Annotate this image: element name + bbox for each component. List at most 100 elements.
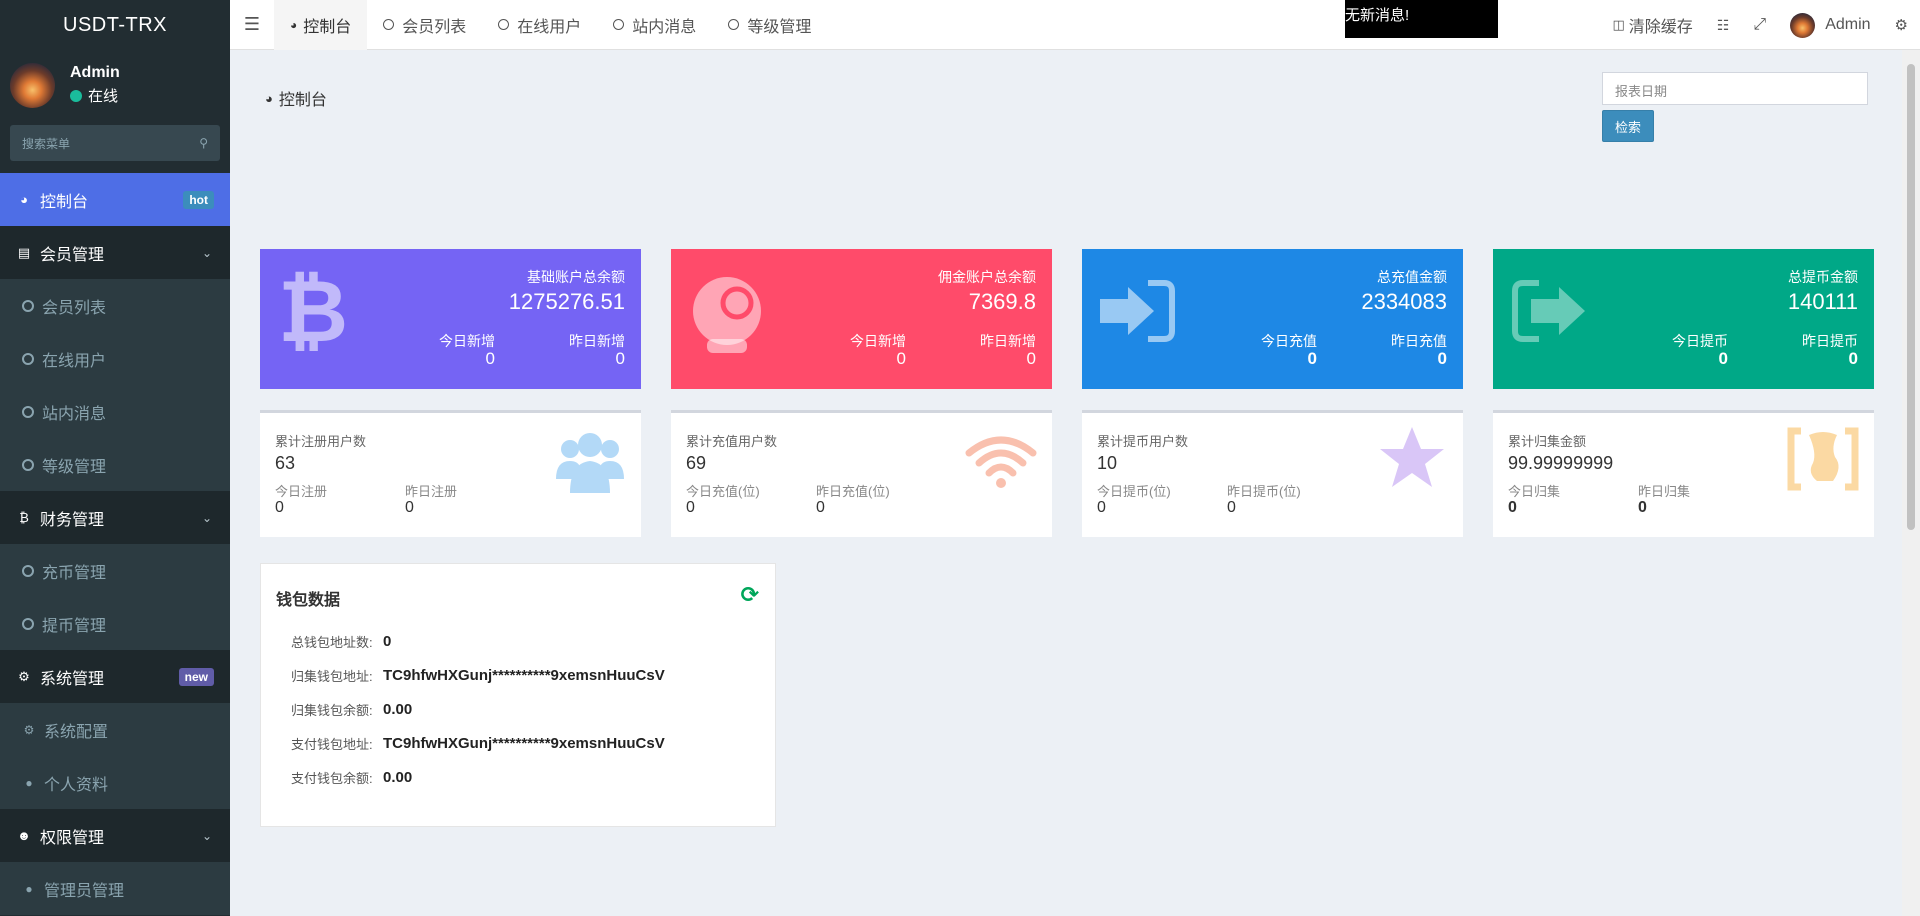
tab-levels[interactable]: 等级管理: [712, 0, 827, 50]
clear-cache-button[interactable]: ◫ 清除缓存: [1601, 13, 1705, 37]
stat-sub-label: 昨日新增: [980, 333, 1036, 349]
circle-icon: [22, 564, 34, 577]
sidebar-group-member[interactable]: ▤ 会员管理 ⌄: [0, 226, 230, 279]
info-sub-value: 0: [275, 499, 284, 516]
circle-icon: [22, 617, 34, 630]
stat-value: 140111: [1787, 289, 1858, 314]
circle-icon: [22, 458, 34, 471]
wallet-panel: 钱包数据 ⟳ 总钱包地址数: 0 归集钱包地址: TC9hfwHXGunj*****…: [260, 563, 776, 827]
chevron-down-icon: ⌄: [201, 828, 212, 843]
scrollbar-thumb[interactable]: [1907, 64, 1915, 530]
wallet-row: 支付钱包余额: 0.00: [291, 769, 413, 786]
stat-sub-label: 今日新增: [439, 333, 495, 349]
info-card-collected-amount: 累计归集金额 99.99999999 今日归集 昨日归集 0 0: [1493, 410, 1874, 537]
stat-sub-value: 0: [1437, 349, 1447, 368]
sidebar-item-label: 控制台: [40, 193, 89, 211]
tab-online-users[interactable]: 在线用户: [482, 0, 597, 50]
stat-sub-label: 昨日新增: [569, 333, 625, 349]
gears-icon: ⚙: [18, 668, 30, 684]
sidebar-search-input[interactable]: 搜索菜单 ⚲: [10, 125, 220, 161]
report-date-input[interactable]: 报表日期: [1602, 72, 1868, 105]
stat-card-total-withdraw: 总提币金额 140111 今日提币 昨日提币 0 0: [1493, 249, 1874, 389]
info-card-withdraw-users: 累计提币用户数 10 今日提币(位) 昨日提币(位) 0 0: [1082, 410, 1463, 537]
stat-value: 7369.8: [968, 289, 1036, 314]
sidebar: USDT-TRX Admin 在线 搜索菜单 ⚲ ◕ 控制台 hot ▤ 会员管…: [0, 0, 230, 916]
sidebar-item-dashboard[interactable]: ◕ 控制台 hot: [0, 173, 230, 226]
stat-card-base-balance: ₿ 基础账户总余额 1275276.51 今日新增 昨日新增 0 0: [260, 249, 641, 389]
sidebar-item-levels[interactable]: 等级管理: [0, 438, 230, 491]
info-sub-value: 0: [1638, 499, 1647, 516]
circle-icon: [383, 19, 395, 30]
sidebar-item-system-config[interactable]: ⚙ 系统配置: [0, 703, 230, 756]
stat-sub-value: 0: [896, 349, 906, 368]
info-sub-label: 昨日充值(位): [816, 484, 890, 499]
info-sub-label: 今日归集: [1508, 484, 1561, 499]
circle-icon: [22, 299, 34, 312]
refresh-icon[interactable]: ⟳: [741, 582, 759, 608]
tab-messages[interactable]: 站内消息: [597, 0, 712, 50]
sidebar-group-finance[interactable]: ₿ 财务管理 ⌄: [0, 491, 230, 544]
user-name: Admin: [70, 64, 120, 81]
chevron-down-icon: ⌄: [201, 510, 212, 525]
sidebar-toggle-icon[interactable]: ☰: [230, 0, 274, 50]
search-icon[interactable]: ⚲: [199, 136, 208, 150]
info-sub-value: 0: [405, 499, 414, 516]
sidebar-item-withdraw[interactable]: 提币管理: [0, 597, 230, 650]
stat-sub-value: 0: [1718, 349, 1728, 368]
circle-icon: [22, 352, 34, 365]
tab-member-list[interactable]: 会员列表: [367, 0, 482, 50]
info-title: 累计归集金额: [1508, 434, 1587, 449]
wallet-row: 归集钱包余额: 0.00: [291, 701, 413, 718]
stat-sub-label: 今日新增: [850, 333, 906, 349]
wifi-icon: [965, 436, 1037, 488]
address-book-icon: ▤: [17, 244, 31, 260]
online-dot-icon: [70, 89, 82, 102]
user-icon: ●: [25, 881, 33, 896]
fullscreen-icon[interactable]: ⤢: [1741, 16, 1778, 34]
users-icon: ☻: [17, 828, 31, 843]
stat-title: 佣金账户总余额: [938, 269, 1036, 285]
stat-title: 基础账户总余额: [527, 269, 625, 285]
top-navbar: ☰ ◕ 控制台 会员列表 在线用户 站内消息 等级管理 无新消息! ◫ 清除缓存 ☷…: [230, 0, 1920, 50]
info-sub-value: 0: [1508, 499, 1517, 516]
info-sub-label: 昨日归集: [1638, 484, 1691, 499]
sidebar-group-system[interactable]: ⚙ 系统管理 new: [0, 650, 230, 703]
wallet-row: 归集钱包地址: TC9hfwHXGunj**********9xemsnHuuCs…: [291, 667, 665, 684]
trash-icon: ◫: [1612, 17, 1625, 32]
stat-value: 1275276.51: [508, 289, 625, 314]
info-title: 累计充值用户数: [686, 434, 778, 449]
sidebar-item-admin-manage[interactable]: ● 管理员管理: [0, 862, 230, 915]
sidebar-item-messages[interactable]: 站内消息: [0, 385, 230, 438]
search-button[interactable]: 检索: [1602, 110, 1654, 142]
stat-card-total-deposit: 总充值金额 2334083 今日充值 昨日充值 0 0: [1082, 249, 1463, 389]
info-sub-value: 0: [1227, 499, 1236, 516]
stat-sub-label: 昨日充值: [1391, 333, 1447, 349]
user-menu[interactable]: Admin: [1778, 12, 1882, 38]
dashboard-icon: ◕: [290, 17, 298, 32]
brand-logo[interactable]: USDT-TRX: [0, 0, 230, 50]
sidebar-item-deposit[interactable]: 充币管理: [0, 544, 230, 597]
stat-sub-value: 0: [1307, 349, 1317, 368]
sidebar-group-permission[interactable]: ☻ 权限管理 ⌄: [0, 809, 230, 862]
translate-icon[interactable]: ☷: [1705, 17, 1742, 34]
users-icon: [556, 433, 624, 493]
sign-out-icon: [1512, 280, 1585, 342]
gear-icon: ⚙: [23, 722, 35, 737]
circle-icon: [498, 19, 510, 30]
main-content: ◕ 控制台 报表日期 检索 ₿ 基础账户总余额 1275276.51 今日新增 昨…: [230, 50, 1920, 916]
sidebar-item-member-list[interactable]: 会员列表: [0, 279, 230, 332]
user-status: 在线: [70, 85, 120, 106]
tab-dashboard[interactable]: ◕ 控制台: [274, 0, 368, 50]
sidebar-item-online-users[interactable]: 在线用户: [0, 332, 230, 385]
stat-sub-label: 今日提币: [1672, 333, 1728, 349]
dashboard-icon: ◕: [265, 90, 273, 106]
info-sub-label: 昨日提币(位): [1227, 484, 1301, 499]
collect-icon: [1787, 427, 1859, 491]
stat-sub-value: 0: [1848, 349, 1858, 368]
chevron-down-icon: ⌄: [201, 245, 212, 260]
stat-sub-label: 昨日提币: [1802, 333, 1858, 349]
sidebar-item-profile[interactable]: ● 个人资料: [0, 756, 230, 809]
gears-icon[interactable]: ⚙: [1883, 16, 1920, 34]
dashboard-icon: ◕: [20, 192, 28, 207]
page-scrollbar[interactable]: [1902, 50, 1920, 916]
